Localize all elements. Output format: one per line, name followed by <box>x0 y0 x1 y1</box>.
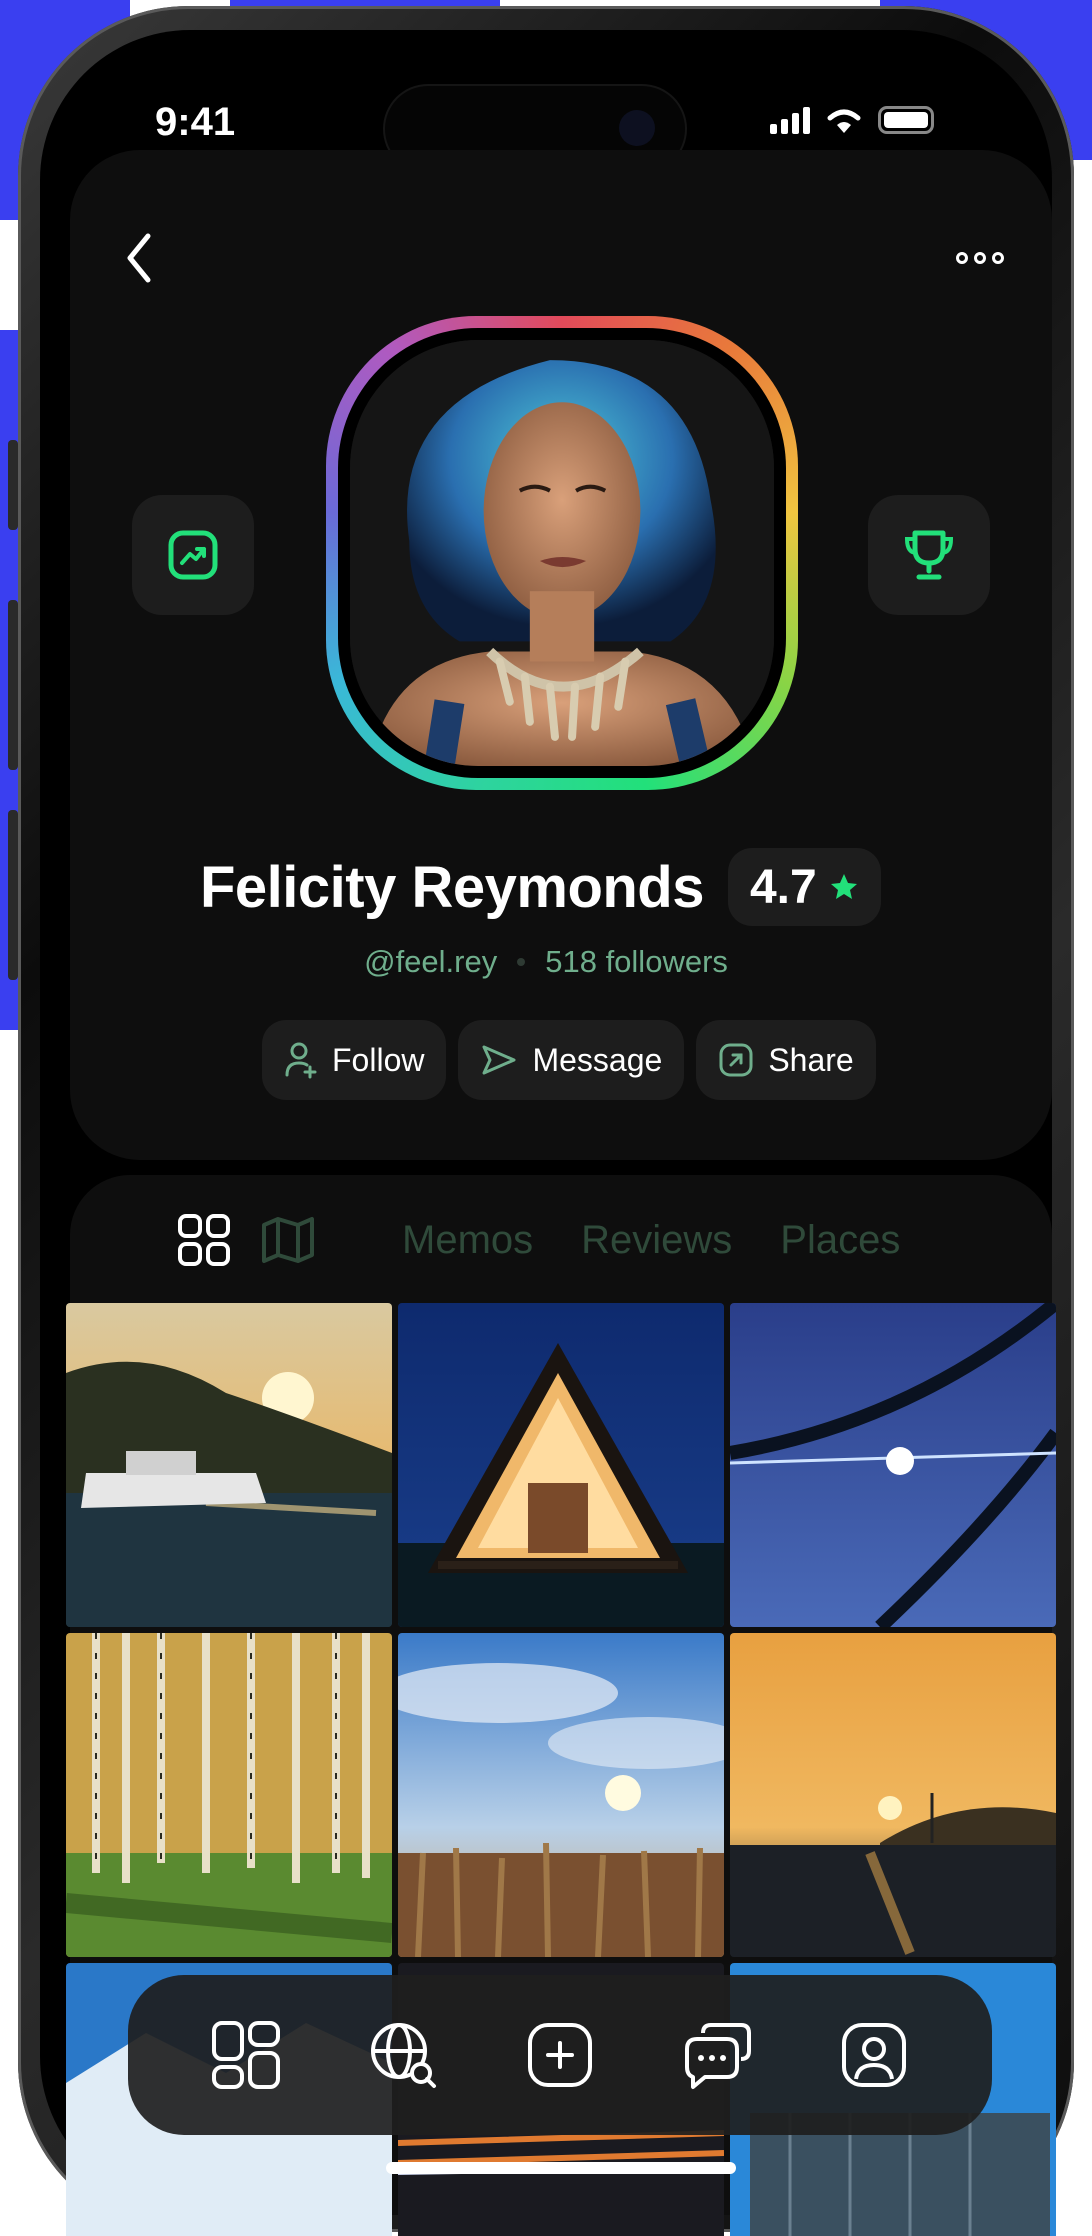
separator-dot <box>517 958 526 966</box>
share-icon <box>719 1043 753 1077</box>
trophy-icon <box>904 530 954 580</box>
rating-value: 4.7 <box>749 860 817 914</box>
trending-up-icon <box>168 530 218 580</box>
signal-icon <box>770 106 810 134</box>
message-button[interactable]: Message <box>458 1020 685 1100</box>
add-icon <box>527 2023 592 2087</box>
user-plus-icon <box>285 1042 317 1079</box>
map-icon <box>262 1217 314 1263</box>
nav-home[interactable] <box>206 2015 286 2095</box>
tab-memos[interactable]: Memos <box>402 1218 533 1263</box>
stats-button[interactable] <box>132 495 254 615</box>
share-label: Share <box>768 1041 854 1078</box>
follow-label: Follow <box>332 1041 425 1078</box>
profile-meta: @feel.rey 518 followers <box>0 944 1092 980</box>
status-time: 9:41 <box>155 100 236 144</box>
profile-icon <box>841 2023 906 2087</box>
share-button[interactable]: Share <box>696 1020 876 1100</box>
profile-name: Felicity Reymonds <box>200 854 704 920</box>
avatar-photo <box>350 340 774 766</box>
profile-name-row: Felicity Reymonds 4.7 <box>200 848 881 926</box>
status-icons <box>770 105 934 135</box>
follow-button[interactable]: Follow <box>262 1020 447 1100</box>
battery-icon <box>878 106 934 134</box>
achievements-button[interactable] <box>868 495 990 615</box>
star-icon <box>830 874 857 899</box>
tab-places[interactable]: Places <box>780 1218 900 1263</box>
globe-search-icon <box>371 2023 437 2088</box>
tab-grid[interactable] <box>176 1212 232 1268</box>
phone-side-button <box>8 440 18 530</box>
more-dots-icon[interactable] <box>956 246 1012 270</box>
photo-tile[interactable] <box>66 1303 392 1627</box>
nav-messages[interactable] <box>677 2015 757 2095</box>
chat-icon <box>684 2023 751 2089</box>
chevron-left-icon[interactable] <box>118 228 158 288</box>
action-buttons: Follow Message Share <box>262 1020 876 1100</box>
photo-tile[interactable] <box>730 1633 1056 1957</box>
profile-handle: @feel.rey <box>364 944 498 979</box>
content-tabs: Memos Reviews Places <box>176 1210 900 1270</box>
nav-add[interactable] <box>520 2015 600 2095</box>
photo-tile[interactable] <box>398 1303 724 1627</box>
rating-badge: 4.7 <box>727 848 881 926</box>
bottom-nav <box>128 1975 992 2135</box>
grid-icon <box>212 2021 281 2089</box>
nav-profile[interactable] <box>834 2015 914 2095</box>
wifi-icon <box>827 109 861 133</box>
home-indicator[interactable] <box>386 2162 736 2174</box>
nav-explore[interactable] <box>363 2015 443 2095</box>
followers-count[interactable]: 518 followers <box>545 944 728 980</box>
photo-tile[interactable] <box>730 1303 1056 1627</box>
tab-reviews[interactable]: Reviews <box>581 1218 732 1263</box>
message-label: Message <box>532 1041 663 1078</box>
send-icon <box>482 1045 516 1075</box>
phone-side-button <box>8 600 18 770</box>
tab-map[interactable] <box>260 1212 316 1268</box>
photo-tile[interactable] <box>398 1633 724 1957</box>
photo-tile[interactable] <box>66 1633 392 1957</box>
grid-icon <box>178 1214 230 1266</box>
avatar[interactable] <box>326 316 798 790</box>
